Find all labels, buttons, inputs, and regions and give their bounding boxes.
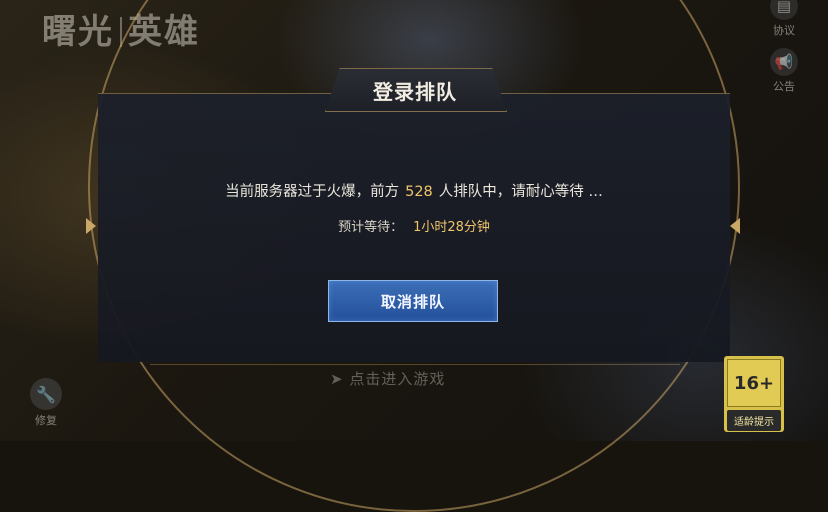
logo-text-left: 曙光: [42, 12, 114, 52]
cancel-queue-button[interactable]: 取消排队: [328, 280, 498, 322]
repair-label: 修复: [35, 414, 57, 427]
queue-count: 528: [405, 184, 433, 200]
queue-suffix: 人排队中，请耐心等待 …: [438, 184, 603, 200]
agreement-label: 协议: [773, 24, 795, 37]
agreement-button[interactable]: ▤ 协议: [764, 0, 804, 38]
age-hint-label: 适龄提示: [727, 410, 781, 431]
enter-game-button[interactable]: ➤ 点击进入游戏: [330, 368, 530, 389]
eta-value: 1小时28分钟: [413, 220, 490, 235]
notice-button[interactable]: 📢 公告: [764, 48, 804, 94]
queue-prefix: 当前服务器过于火爆，前方: [225, 184, 400, 200]
left-ornament-icon: [86, 218, 96, 234]
notice-label: 公告: [773, 80, 795, 93]
dialog-title: 登录排队: [373, 80, 457, 104]
megaphone-icon: 📢: [770, 48, 798, 76]
age-rating: 16+: [727, 359, 781, 407]
right-ornament-icon: [730, 218, 740, 234]
eta-label: 预计等待：: [338, 220, 404, 235]
repair-button[interactable]: 🔧 修复: [24, 378, 68, 428]
document-icon: ▤: [770, 0, 798, 20]
age-rating-badge[interactable]: 16+ 适龄提示: [724, 356, 784, 432]
queue-status-text: 当前服务器过于火爆，前方 528 人排队中，请耐心等待 …: [98, 180, 730, 201]
eta-text: 预计等待： 1小时28分钟: [98, 216, 730, 235]
bottom-divider: [150, 364, 680, 365]
wrench-icon: 🔧: [30, 378, 62, 410]
